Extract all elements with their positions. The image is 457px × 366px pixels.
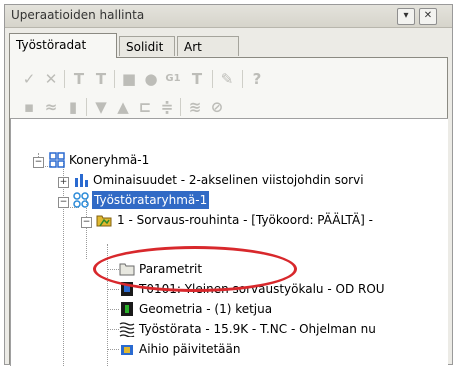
toolpath-group-icon [73,192,89,208]
regenerate-dirty-icon[interactable]: T [92,70,110,88]
toolbar-separator [242,70,243,88]
collapse-toggle[interactable]: − [33,157,44,168]
deselect-icon[interactable]: ✕ [42,70,60,88]
toolbar-separator [212,70,213,88]
post-icon[interactable]: G1 [164,70,182,88]
tree-item-toolpath[interactable]: Työstörata - 15.9K - T.NC - Ohjelman nu [139,320,376,338]
tree-connector [107,349,119,350]
tree-connector [107,289,119,290]
collapse-toggle[interactable]: − [81,217,92,228]
backplot-icon[interactable]: ■ [120,70,138,88]
pin-icon[interactable]: ▾ [397,8,415,25]
regenerate-icon[interactable]: T [70,70,88,88]
high-speed-icon[interactable]: T [188,70,206,88]
toolbar-separator [114,70,115,88]
panel-title: Uperaatioiden hallinta [11,8,145,22]
filter-icon[interactable]: ⊘ [208,98,226,116]
toolbar-row-1: ✓ ✕ T T ■ ● G1 T ✎ ? [16,64,441,92]
close-icon[interactable]: ✕ [419,8,437,25]
toolbar-separator [64,70,65,88]
toolbar-separator [180,98,181,116]
tree-connector [63,159,64,366]
lines-icon[interactable]: ≑ [158,98,176,116]
operation-folder-icon [96,215,112,227]
toolbar-row-2: ▪ ≈ ▮ ▼ ▲ ⊏ ≑ ≋ ⊘ [16,92,441,120]
move-up-icon[interactable]: ▲ [114,98,132,116]
toolpath-toggle-icon[interactable]: ≋ [186,98,204,116]
delete-icon[interactable]: ✎ [218,70,236,88]
title-bar: Uperaatioiden hallinta ▾ ✕ [5,5,452,28]
insert-icon[interactable]: ⊏ [136,98,154,116]
select-all-icon[interactable]: ✓ [20,70,38,88]
tool-icon [121,282,133,296]
tree-item-toolpath-group[interactable]: Työstörataryhmä-1 [92,191,210,209]
help-icon[interactable]: ? [248,70,266,88]
properties-icon [75,174,88,187]
tree-item-parameters[interactable]: Parametrit [139,260,202,278]
tab-strip: Työstöradat Solidit Art [9,33,452,58]
tree-item-operation[interactable]: 1 - Sorvaus-rouhinta - [Työkoord: PÄÄLTÄ… [117,211,373,229]
verify-icon[interactable]: ● [142,70,160,88]
tab-solidit[interactable]: Solidit [119,36,175,56]
tree-item-tool[interactable]: T0101: Yleinen sorvaustyökalu - OD ROU [139,280,385,298]
tree-connector [107,244,108,366]
move-down-icon[interactable]: ▼ [92,98,110,116]
collapse-toggle[interactable]: − [58,197,69,208]
toolbar-separator [86,98,87,116]
operations-tree: − Koneryhmä-1 + Ominaisuudet - 2-akselin… [10,118,448,366]
expand-toggle[interactable]: + [58,177,69,188]
stock-icon [121,345,133,355]
tree-connector [107,309,119,310]
tree-item-geometry[interactable]: Geometria - (1) ketjua [139,300,272,318]
lock-icon[interactable]: ▪ [20,98,38,116]
tab-art[interactable]: Art [177,36,239,56]
page-icon[interactable]: ▮ [64,98,82,116]
wave-icon[interactable]: ≈ [42,98,60,116]
geometry-icon [121,302,133,316]
tree-item-properties[interactable]: Ominaisuudet - 2-akselinen viistojohdin … [93,171,364,189]
tree-connector [86,199,87,259]
tree-connector [107,269,119,270]
tree-item-machine-group[interactable]: Koneryhmä-1 [69,151,149,169]
tab-tyostoradat[interactable]: Työstöradat [9,33,117,58]
machine-group-icon [49,152,65,168]
tree-connector [107,329,119,330]
toolpath-icon [119,322,135,337]
tree-item-stock[interactable]: Aihio päivitetään [139,340,240,358]
folder-icon [119,263,135,276]
